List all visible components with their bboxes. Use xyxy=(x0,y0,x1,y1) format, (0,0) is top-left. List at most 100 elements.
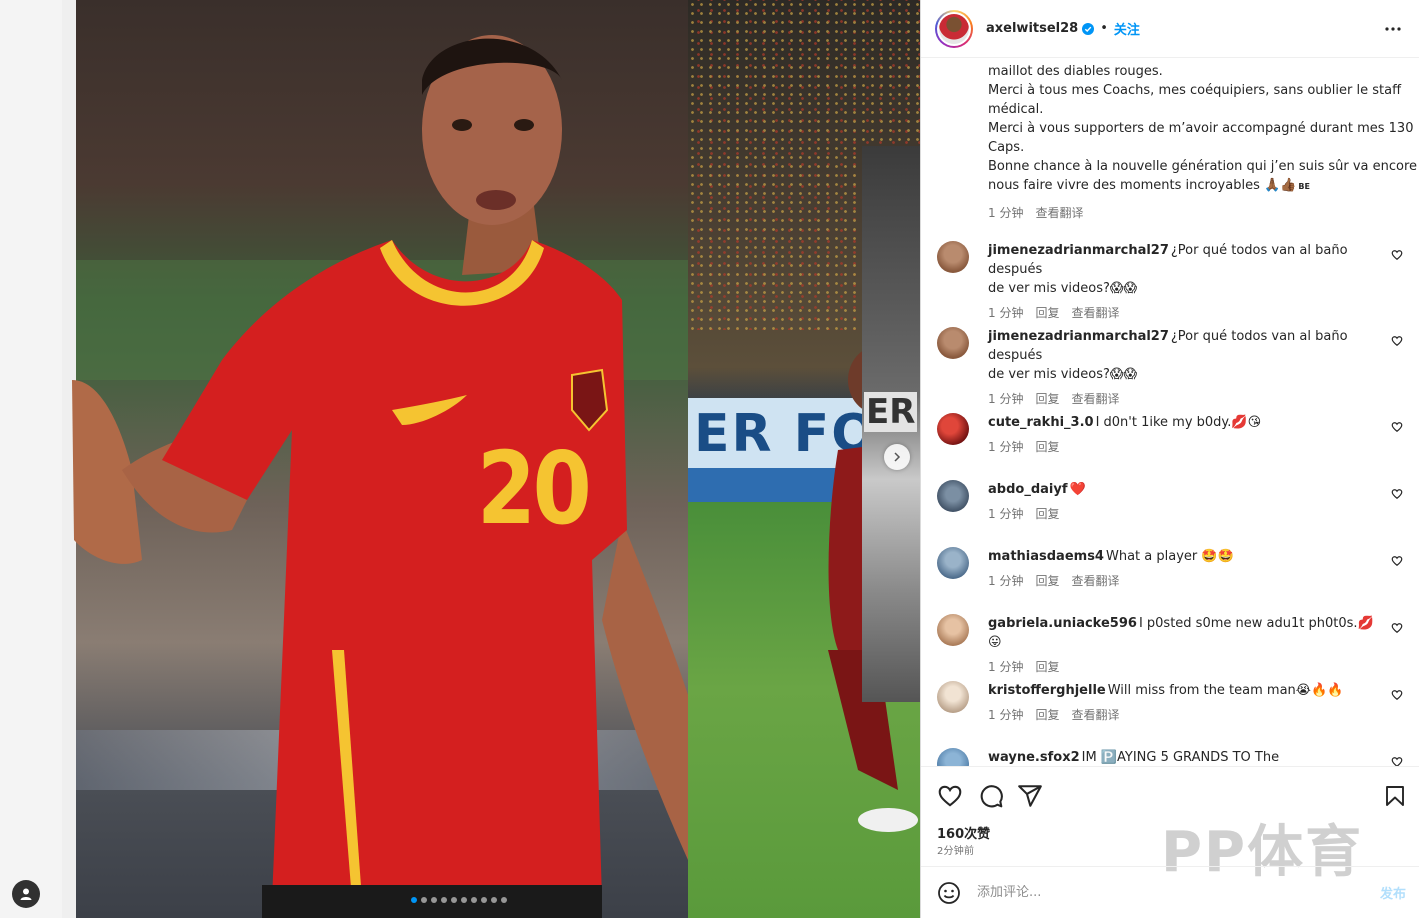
post-media-carousel[interactable]: 20 ER FO ER xyxy=(0,0,920,918)
comment-text: What a player 🤩🤩 xyxy=(1105,549,1234,564)
caption-line: Merci à tous mes Coachs, mes coéquipiers… xyxy=(988,83,1402,98)
ad-board-text-bw: ER xyxy=(864,392,918,432)
see-translation-button[interactable]: 查看翻译 xyxy=(1071,706,1119,725)
comment-time: 1 分钟 xyxy=(988,440,1024,454)
caption-line: médical. xyxy=(988,102,1044,117)
comment-text-line: jimenezadrianmarchal27 ¿Por qué todos van… xyxy=(988,327,1378,365)
separator-dot: • xyxy=(1100,21,1108,36)
reply-button[interactable]: 回复 xyxy=(1035,438,1059,457)
post-timestamp: 2分钟前 xyxy=(937,846,975,857)
comment-text: de ver mis videos?😱😱 xyxy=(988,281,1138,296)
commenter-avatar[interactable] xyxy=(937,681,969,713)
emoji-icon[interactable] xyxy=(937,881,961,905)
see-translation-button[interactable]: 查看翻译 xyxy=(1071,304,1119,323)
save-bookmark-icon[interactable] xyxy=(1383,783,1407,809)
caption-line: Merci à vous supporters de m’avoir accom… xyxy=(988,121,1414,136)
add-comment-bar: 发布 xyxy=(921,866,1419,918)
user-icon xyxy=(20,888,32,900)
see-translation-button[interactable]: 查看翻译 xyxy=(1071,572,1119,591)
commenter-avatar[interactable] xyxy=(937,241,969,273)
comment-like-heart-icon[interactable] xyxy=(1391,555,1403,567)
post-actions-bar: 160次赞 2分钟前 PP体育 xyxy=(921,766,1419,885)
comment-like-heart-icon[interactable] xyxy=(1391,689,1403,701)
commenter-username[interactable]: cute_rakhi_3.0 xyxy=(988,415,1094,430)
comment-icon[interactable] xyxy=(978,783,1004,809)
commenter-avatar[interactable] xyxy=(937,480,969,512)
follow-button[interactable]: 关注 xyxy=(1114,19,1140,38)
comment-text: I d0n't 1ike my b0dy.💋😘 xyxy=(1095,415,1262,430)
comment-like-heart-icon[interactable] xyxy=(1391,756,1403,766)
comment-text-line: gabriela.uniacke596 I p0sted s0me new adu… xyxy=(988,614,1378,652)
carousel-dot xyxy=(431,897,437,903)
comments-scroll-area[interactable]: maillot des diables rouges. Merci à tous… xyxy=(921,58,1419,766)
commenter-username[interactable]: jimenezadrianmarchal27 xyxy=(988,243,1169,258)
commenter-avatar[interactable] xyxy=(937,748,969,766)
comment-text-line: mathiasdaems4 What a player 🤩🤩 xyxy=(988,547,1378,566)
commenter-username[interactable]: jimenezadrianmarchal27 xyxy=(988,329,1169,344)
comment-body: kristofferghjelle Will miss from the team… xyxy=(988,681,1378,725)
comment-meta: 1 分钟 回复 xyxy=(988,658,1378,677)
commenter-avatar[interactable] xyxy=(937,614,969,646)
reply-button[interactable]: 回复 xyxy=(1035,572,1059,591)
more-options-icon[interactable] xyxy=(1384,20,1402,38)
tagged-users-button[interactable] xyxy=(12,880,40,908)
comment-like-heart-icon[interactable] xyxy=(1391,488,1403,500)
comment-time: 1 分钟 xyxy=(988,660,1024,674)
comment-like-heart-icon[interactable] xyxy=(1391,249,1403,261)
next-slide-button[interactable] xyxy=(884,444,910,470)
comment-text-line: wayne.sfox2 IM 🅿️AYING 5 GRANDS TO The xyxy=(988,748,1378,766)
commenter-avatar[interactable] xyxy=(937,327,969,359)
media-letterbox xyxy=(0,0,62,918)
carousel-dot xyxy=(461,897,467,903)
comment-body: jimenezadrianmarchal27 ¿Por qué todos van… xyxy=(988,327,1378,409)
caption-time: 1 分钟 xyxy=(988,206,1024,220)
commenter-avatar[interactable] xyxy=(937,547,969,579)
comment-body: wayne.sfox2 IM 🅿️AYING 5 GRANDS TO The xyxy=(988,748,1378,766)
commenter-username[interactable]: mathiasdaems4 xyxy=(988,549,1104,564)
author-username[interactable]: axelwitsel28 xyxy=(986,21,1078,36)
reply-button[interactable]: 回复 xyxy=(1035,304,1059,323)
commenter-username[interactable]: wayne.sfox2 xyxy=(988,750,1080,765)
commenter-username[interactable]: gabriela.uniacke596 xyxy=(988,616,1137,631)
comment-body: cute_rakhi_3.0 I d0n't 1ike my b0dy.💋😘 1 分… xyxy=(988,413,1378,457)
comment-body: gabriela.uniacke596 I p0sted s0me new adu… xyxy=(988,614,1378,677)
caption-line: nous faire vivre des moments incroyables… xyxy=(988,176,1398,196)
comment-like-heart-icon[interactable] xyxy=(1391,622,1403,634)
player-photo-main: 20 xyxy=(62,0,688,918)
comment-input[interactable] xyxy=(977,885,1347,900)
like-heart-icon[interactable] xyxy=(937,783,963,809)
comment-text: de ver mis videos?😱😱 xyxy=(988,367,1138,382)
comment-like-heart-icon[interactable] xyxy=(1391,421,1403,433)
carousel-dot xyxy=(441,897,447,903)
author-avatar[interactable] xyxy=(935,9,973,48)
carousel-dot xyxy=(471,897,477,903)
comment-body: mathiasdaems4 What a player 🤩🤩 1 分钟 回复 查看翻译 xyxy=(988,547,1378,591)
likes-count[interactable]: 160次赞 xyxy=(937,823,990,842)
post-header: axelwitsel28 • 关注 xyxy=(921,0,1419,58)
comment-like-heart-icon[interactable] xyxy=(1391,335,1403,347)
carousel-dot xyxy=(421,897,427,903)
post-caption: maillot des diables rouges. Merci à tous… xyxy=(988,62,1417,223)
comment-text: IM 🅿️AYING 5 GRANDS TO The xyxy=(1081,750,1280,765)
carousel-dot xyxy=(481,897,487,903)
comment-text-line: kristofferghjelle Will miss from the team… xyxy=(988,681,1378,700)
see-translation-button[interactable]: 查看翻译 xyxy=(1035,204,1083,223)
reply-button[interactable]: 回复 xyxy=(1035,390,1059,409)
player-figure xyxy=(62,0,688,918)
reply-button[interactable]: 回复 xyxy=(1035,658,1059,677)
comment-meta: 1 分钟 回复 查看翻译 xyxy=(988,706,1378,725)
share-send-icon[interactable] xyxy=(1017,783,1043,809)
verified-badge-icon xyxy=(1082,22,1095,35)
caption-line: maillot des diables rouges. xyxy=(988,64,1163,79)
comment-meta: 1 分钟 回复 xyxy=(988,505,1378,524)
commenter-username[interactable]: abdo_daiyf xyxy=(988,482,1067,497)
comment-time: 1 分钟 xyxy=(988,708,1024,722)
see-translation-button[interactable]: 查看翻译 xyxy=(1071,390,1119,409)
reply-button[interactable]: 回复 xyxy=(1035,706,1059,725)
comment-text: Will miss from the team man😭🔥🔥 xyxy=(1107,683,1344,698)
commenter-username[interactable]: kristofferghjelle xyxy=(988,683,1106,698)
commenter-avatar[interactable] xyxy=(937,413,969,445)
caption-line: Caps. xyxy=(988,140,1025,155)
reply-button[interactable]: 回复 xyxy=(1035,505,1059,524)
post-comment-button[interactable]: 发布 xyxy=(1380,883,1406,902)
